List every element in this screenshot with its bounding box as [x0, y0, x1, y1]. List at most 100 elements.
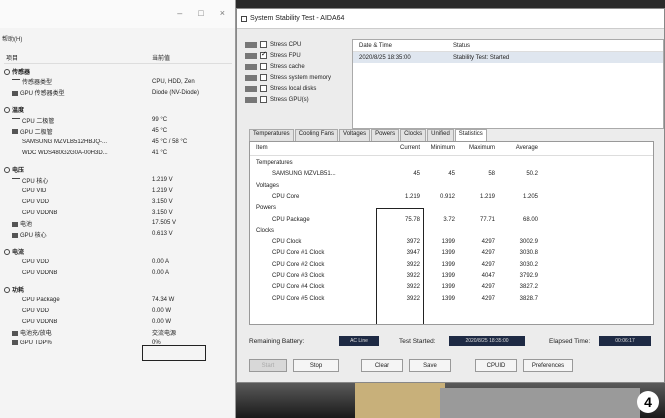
- save-button[interactable]: Save: [409, 359, 451, 372]
- stress-option[interactable]: Stress system memory: [245, 72, 355, 83]
- sensor-group[interactable]: 温度: [0, 104, 236, 114]
- stability-test-window: System Stability Test - AIDA64 Stress CP…: [236, 8, 665, 383]
- stat-item: Voltages: [256, 182, 280, 189]
- sensor-row[interactable]: CPU VDDNB 0.00 A: [0, 268, 236, 278]
- sensor-row[interactable]: 传感器类型 CPU, HDD, Zen: [0, 77, 236, 87]
- start-button[interactable]: Start: [249, 359, 287, 372]
- sensor-label-text: 电池充/放电: [20, 331, 52, 338]
- sensor-row[interactable]: CPU Package 74.34 W: [0, 295, 236, 305]
- sensor-group[interactable]: 传感器: [0, 66, 236, 76]
- stress-option[interactable]: Stress local disks: [245, 83, 355, 94]
- test-started-label: Test Started:: [399, 337, 436, 345]
- sensor-row[interactable]: GPU 二极管 45 °C: [0, 126, 236, 136]
- sensor-row[interactable]: CPU VDD 0.00 W: [0, 306, 236, 316]
- statistics-row[interactable]: CPU Core 1.219 0.912 1.219 1.205: [250, 193, 653, 203]
- stat-maximum: 4297: [481, 250, 495, 257]
- cpuid-button[interactable]: CPUID: [475, 359, 517, 372]
- minimize-icon[interactable]: –: [177, 8, 182, 18]
- statistics-row[interactable]: CPU Core #1 Clock 3947 1399 4297 3030.8: [250, 249, 653, 259]
- stat-minimum: 3.72: [443, 216, 455, 223]
- tab-voltages[interactable]: Voltages: [339, 129, 371, 141]
- tab-cooling-fans[interactable]: Cooling Fans: [294, 129, 339, 141]
- sensor-row[interactable]: SAMSUNG MZVLB512HBJQ-... 45 °C / 58 °C: [0, 137, 236, 147]
- sensor-row[interactable]: GPU 核心 0.613 V: [0, 229, 236, 239]
- sensor-value: 45 °C: [152, 128, 168, 134]
- sensor-label-text: CPU VDDNB: [22, 318, 58, 325]
- sensor-row[interactable]: 电池充/放电 交流电源: [0, 328, 236, 338]
- tab-unified[interactable]: Unified: [427, 129, 454, 141]
- stress-option[interactable]: Stress cache: [245, 61, 355, 72]
- stress-checkbox[interactable]: [260, 50, 267, 59]
- sensor-label: 功耗: [4, 285, 24, 294]
- stress-option[interactable]: Stress GPU(s): [245, 94, 355, 105]
- menu-help[interactable]: 帮助(H): [2, 34, 22, 43]
- tab-powers[interactable]: Powers: [371, 129, 400, 141]
- sensor-row[interactable]: CPU VDDNB 3.150 V: [0, 208, 236, 218]
- column-minimum[interactable]: Minimum: [425, 145, 455, 151]
- stat-average: 3827.2: [519, 284, 538, 291]
- sensor-row[interactable]: CPU 二极管 99 °C: [0, 115, 236, 125]
- column-current[interactable]: Current: [390, 145, 420, 151]
- statistics-row[interactable]: CPU Core #2 Clock 3922 1399 4297 3030.2: [250, 261, 653, 271]
- sensor-label: CPU VDD: [12, 308, 49, 314]
- sensor-row[interactable]: CPU VDD 0.00 A: [0, 257, 236, 267]
- statistics-row[interactable]: CPU Core #5 Clock 3922 1399 4297 3828.7: [250, 295, 653, 305]
- sensor-group[interactable]: 电流: [0, 246, 236, 256]
- statistics-group[interactable]: Powers: [250, 204, 653, 214]
- sensor-row[interactable]: CPU VID 1.219 V: [0, 186, 236, 196]
- tab-temperatures[interactable]: Temperatures: [249, 129, 294, 141]
- sensor-value: 交流电源: [152, 331, 177, 338]
- statistics-group[interactable]: Temperatures: [250, 159, 653, 169]
- stress-option[interactable]: Stress FPU: [245, 50, 355, 61]
- app-icon: [241, 15, 247, 22]
- stat-minimum: 45: [448, 171, 455, 178]
- column-value[interactable]: 当前值: [152, 53, 170, 62]
- statistics-group[interactable]: Clocks: [250, 227, 653, 237]
- stress-checkbox[interactable]: [260, 96, 267, 103]
- close-icon[interactable]: ×: [220, 8, 225, 18]
- sensor-row[interactable]: CPU VDD 3.150 V: [0, 197, 236, 207]
- column-item[interactable]: Item: [256, 145, 268, 151]
- column-average[interactable]: Average: [508, 145, 538, 151]
- stat-maximum: 4297: [481, 284, 495, 291]
- stress-checkbox[interactable]: [260, 85, 267, 92]
- statistics-group[interactable]: Voltages: [250, 182, 653, 192]
- sensor-label: 电池充/放电: [12, 328, 52, 337]
- preferences-button[interactable]: Preferences: [523, 359, 573, 372]
- sensor-group[interactable]: 电压: [0, 164, 236, 174]
- stress-checkbox[interactable]: [260, 74, 267, 81]
- statistics-row[interactable]: CPU Package 75.78 3.72 77.71 68.00: [250, 216, 653, 226]
- elapsed-time-value: 00:06:17: [599, 336, 651, 346]
- clear-button[interactable]: Clear: [361, 359, 403, 372]
- statistics-row[interactable]: CPU Core #3 Clock 3922 1399 4047 3792.9: [250, 272, 653, 282]
- stat-average: 50.2: [526, 171, 538, 178]
- sensor-row[interactable]: CPU VDDNB 0.00 W: [0, 317, 236, 327]
- background-light: [440, 388, 640, 418]
- sensor-row[interactable]: WDC WDS480G2G0A-00H3D... 41 °C: [0, 148, 236, 158]
- stress-option[interactable]: Stress CPU: [245, 39, 355, 50]
- stress-checkbox[interactable]: [260, 63, 267, 70]
- sensor-value: 0.00 W: [152, 318, 172, 325]
- statistics-row[interactable]: CPU Clock 3972 1399 4297 3002.9: [250, 238, 653, 248]
- tab-clocks[interactable]: Clocks: [400, 129, 427, 141]
- stress-checkbox[interactable]: [260, 41, 267, 48]
- sensor-row[interactable]: GPU 传感器类型 Diode (NV-Diode): [0, 88, 236, 98]
- battery-icon: [12, 221, 18, 227]
- stop-button[interactable]: Stop: [293, 359, 339, 372]
- sensor-row[interactable]: 电池 17.505 V: [0, 218, 236, 228]
- cpu-icon: [12, 297, 20, 301]
- stat-minimum: 1399: [441, 261, 455, 268]
- statistics-row[interactable]: CPU Core #4 Clock 3922 1399 4297 3827.2: [250, 283, 653, 293]
- sensor-value: 99 °C: [152, 117, 168, 124]
- column-item[interactable]: 项目: [6, 53, 18, 62]
- maximize-icon[interactable]: □: [198, 8, 203, 18]
- status-log-row[interactable]: 2020/8/25 18:35:00 Stability Test: Start…: [353, 52, 663, 63]
- statistics-row[interactable]: SAMSUNG MZVLB51... 45 45 58 50.2: [250, 170, 653, 180]
- column-maximum[interactable]: Maximum: [465, 145, 495, 151]
- thermometer-icon: [4, 107, 10, 114]
- cpu-icon: [12, 188, 20, 192]
- button-row: Start Stop Clear Save CPUID Preferences: [249, 359, 654, 372]
- sensor-group[interactable]: 功耗: [0, 284, 236, 294]
- sensor-row[interactable]: CPU 核心 1.219 V: [0, 175, 236, 185]
- tab-statistics[interactable]: Statistics: [454, 129, 487, 141]
